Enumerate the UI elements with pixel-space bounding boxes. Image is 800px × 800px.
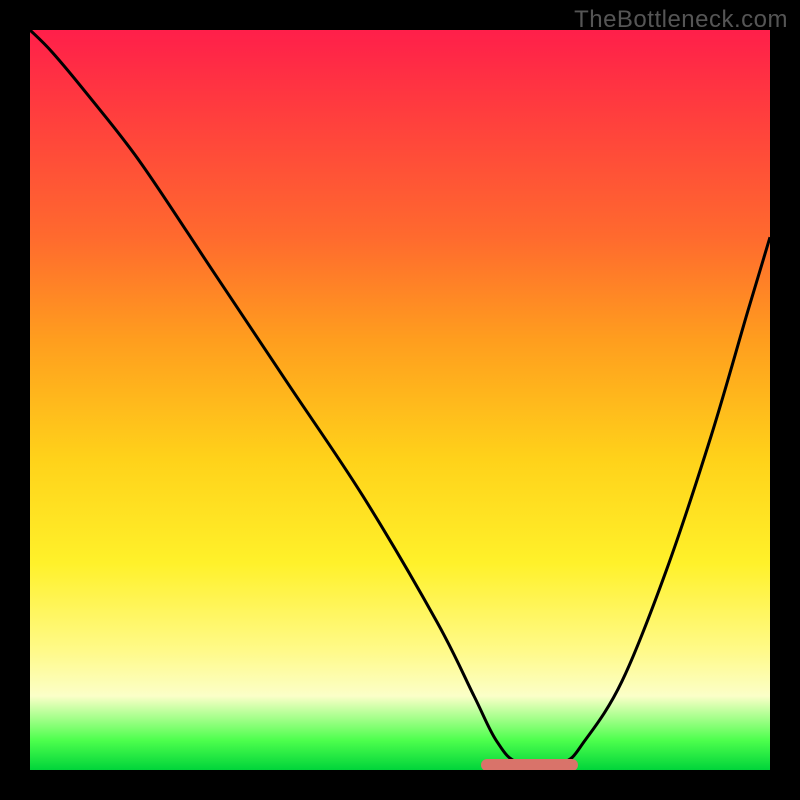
chart-frame: TheBottleneck.com: [0, 0, 800, 800]
curve-path: [30, 30, 770, 765]
bottleneck-curve: [30, 30, 770, 770]
watermark-text: TheBottleneck.com: [574, 6, 788, 34]
trough-marker: [481, 759, 577, 770]
plot-area: [30, 30, 770, 770]
